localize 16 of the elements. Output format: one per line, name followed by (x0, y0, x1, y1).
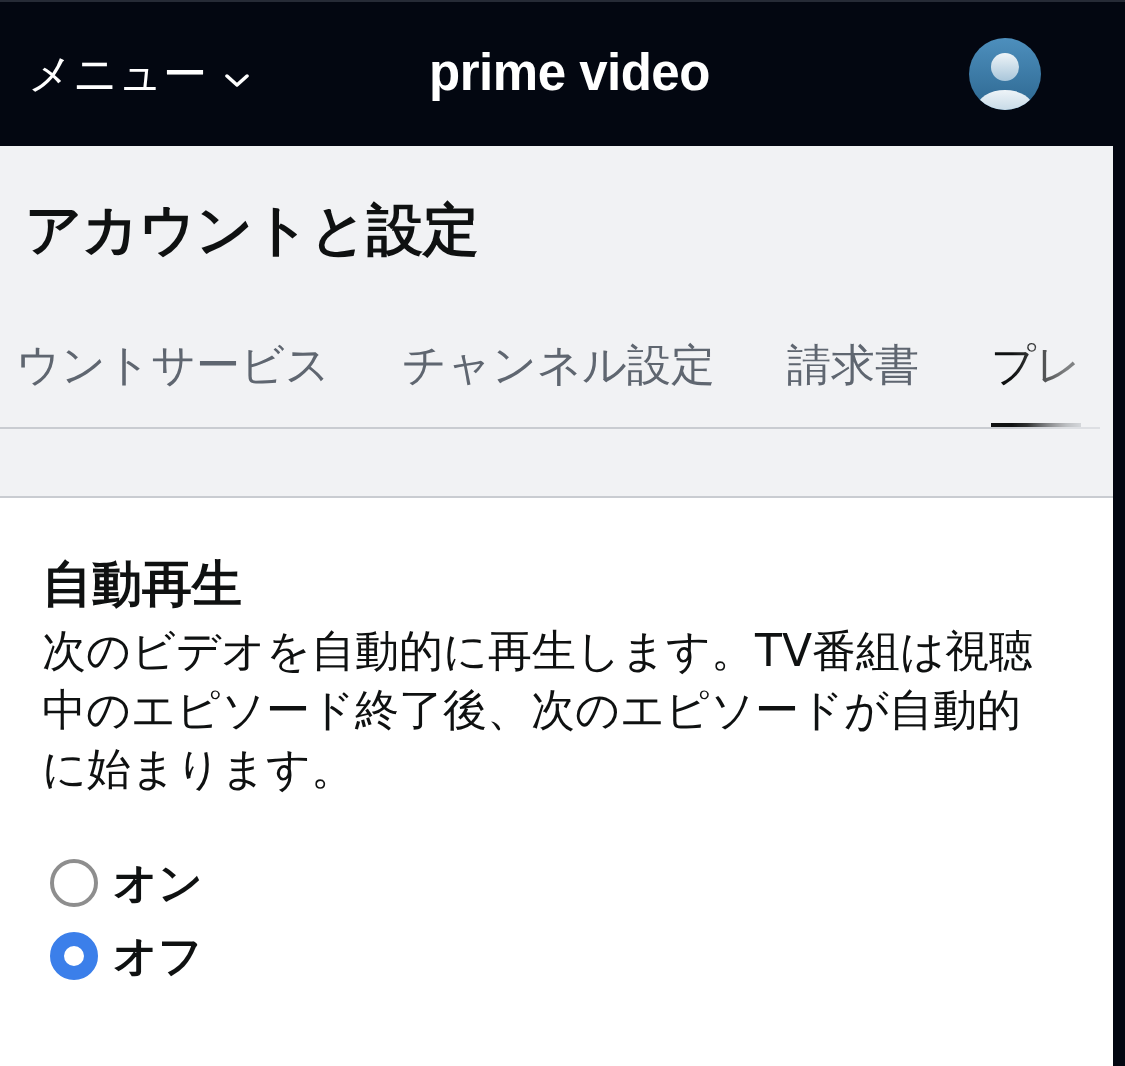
radio-label[interactable]: オン (113, 852, 203, 913)
chevron-down-icon (225, 74, 249, 88)
page-title: アカウントと設定 (25, 196, 480, 264)
account-button[interactable] (969, 38, 1041, 110)
tab[interactable]: ウントサービス (16, 325, 330, 427)
tab[interactable]: チャンネル設定 (402, 325, 715, 427)
avatar-icon (969, 38, 1041, 110)
menu-button[interactable]: メニュー (28, 44, 249, 104)
radio-button[interactable] (50, 931, 98, 980)
radio-label[interactable]: オフ (113, 925, 203, 986)
radio-button[interactable] (50, 858, 98, 907)
section-description: 次のビデオを自動的に再生します。TV番組は視聴中のエピソード終了後、次のエピソードが自動的に始まります。 (42, 624, 1034, 796)
logo[interactable]: prime video (429, 43, 710, 103)
section-heading: 自動再生 (42, 554, 243, 614)
tab[interactable]: 請求書 (787, 325, 919, 427)
tab[interactable]: プレ (991, 325, 1081, 427)
